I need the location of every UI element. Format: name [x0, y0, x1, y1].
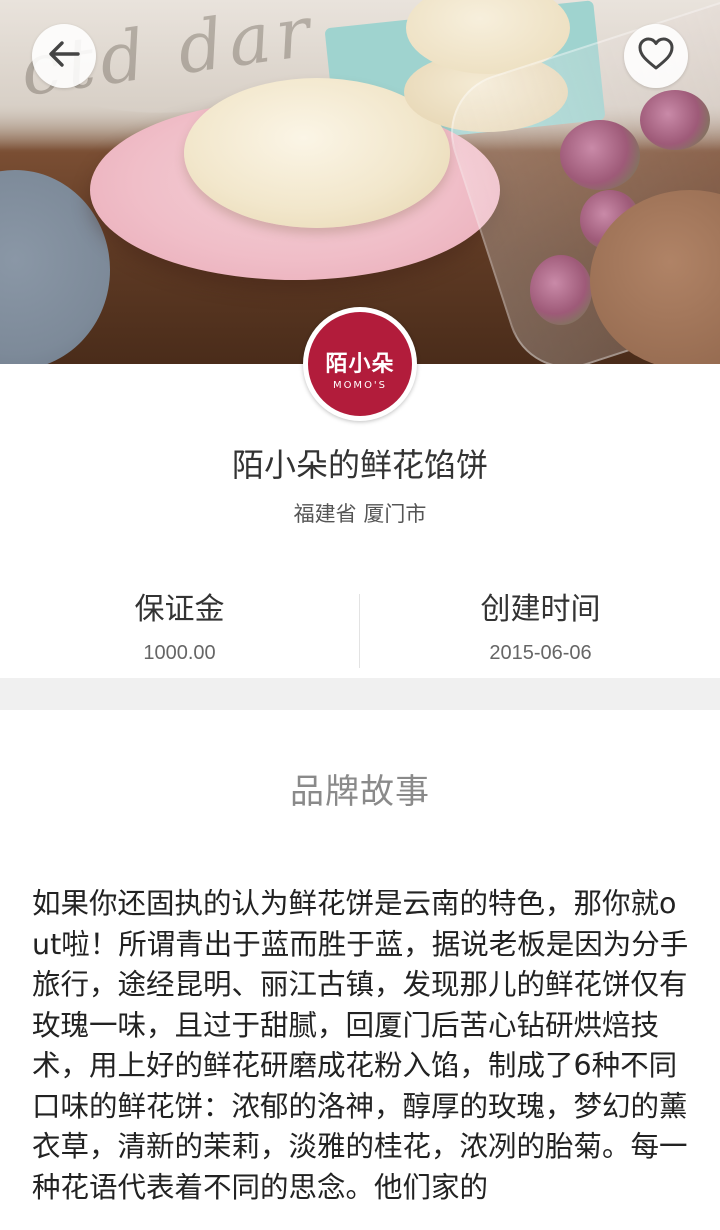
shop-stats: 保证金 1000.00 创建时间 2015-06-06 — [0, 586, 720, 678]
shop-location: 福建省 厦门市 — [293, 502, 427, 526]
back-button[interactable] — [32, 24, 96, 88]
rose-bud-decoration — [560, 120, 640, 190]
brand-story-title: 品牌故事 — [290, 772, 430, 812]
deposit-label: 保证金 — [134, 592, 225, 627]
stats-divider — [359, 594, 360, 668]
back-arrow-icon — [44, 34, 84, 78]
shop-logo: 陌小朵 MOMO'S — [303, 307, 417, 421]
deposit-stat: 保证金 1000.00 — [0, 586, 359, 665]
rose-bud-decoration — [530, 255, 592, 325]
logo-badge: 陌小朵 MOMO'S — [308, 312, 412, 416]
logo-sub-text: MOMO'S — [332, 380, 388, 391]
brand-story-text: 如果你还固执的认为鲜花饼是云南的特色，那你就out啦！所谓青出于蓝而胜于蓝，据说… — [32, 887, 689, 1204]
section-separator — [0, 678, 720, 710]
rose-bud-decoration — [640, 90, 710, 150]
heart-outline-icon — [636, 34, 676, 78]
logo-main-text: 陌小朵 — [325, 352, 395, 377]
created-time-stat: 创建时间 2015-06-06 — [361, 586, 720, 665]
created-time-value: 2015-06-06 — [489, 642, 592, 664]
favorite-button[interactable] — [624, 24, 688, 88]
created-time-label: 创建时间 — [480, 592, 601, 627]
deposit-value: 1000.00 — [143, 642, 216, 664]
shop-name: 陌小朵的鲜花馅饼 — [231, 446, 488, 484]
